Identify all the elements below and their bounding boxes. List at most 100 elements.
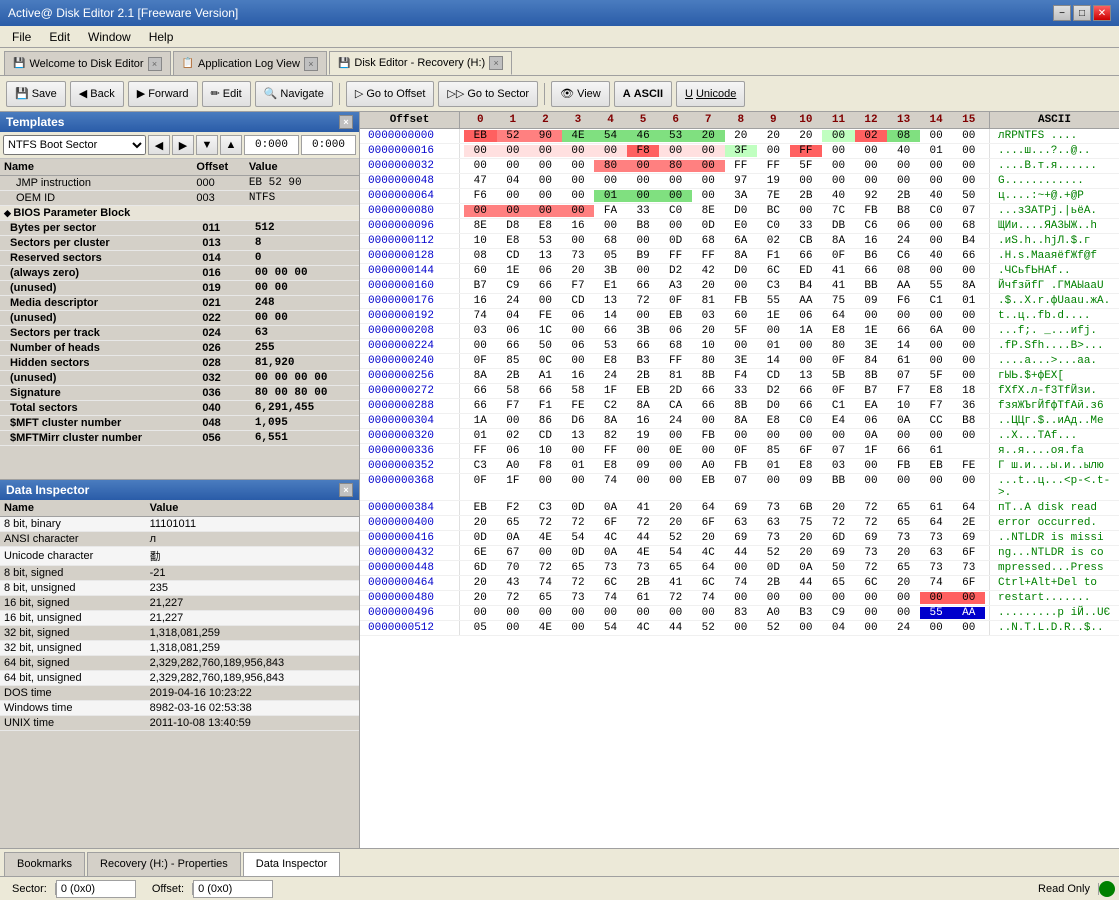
hex-byte[interactable]: 00 — [529, 475, 562, 499]
hex-byte[interactable]: 0F — [659, 295, 692, 307]
hex-byte[interactable]: 6C — [692, 577, 725, 589]
hex-byte[interactable]: C3 — [529, 502, 562, 514]
hex-byte[interactable]: 72 — [855, 562, 888, 574]
hex-byte[interactable]: 65 — [887, 502, 920, 514]
hex-byte[interactable]: 73 — [757, 532, 790, 544]
hex-byte[interactable]: 80 — [822, 340, 855, 352]
hex-byte[interactable]: 64 — [692, 562, 725, 574]
hex-byte[interactable]: 41 — [822, 280, 855, 292]
hex-row[interactable]: 0000000048470400000000000097190000000000… — [360, 174, 1119, 189]
hex-byte[interactable]: 80 — [594, 160, 627, 172]
hex-byte[interactable]: 63 — [757, 517, 790, 529]
hex-byte[interactable]: 00 — [952, 160, 985, 172]
hex-byte[interactable]: 0D — [562, 502, 595, 514]
hex-byte[interactable]: 80 — [692, 355, 725, 367]
hex-byte[interactable]: 72 — [855, 517, 888, 529]
hex-byte[interactable]: C3 — [464, 460, 497, 472]
hex-byte[interactable]: 69 — [952, 532, 985, 544]
hex-row[interactable]: 0000000336FF061000FF000E000F856F071F6661… — [360, 444, 1119, 459]
hex-byte[interactable]: 65 — [497, 517, 530, 529]
edit-button[interactable]: ✏ Edit — [202, 81, 251, 107]
view-button[interactable]: 👁 View — [551, 81, 610, 107]
hex-byte[interactable]: FB — [887, 460, 920, 472]
hex-byte[interactable]: 0F — [822, 250, 855, 262]
hex-byte[interactable]: 0C — [529, 355, 562, 367]
hex-byte[interactable]: 3A — [725, 190, 758, 202]
hex-byte[interactable]: CD — [529, 430, 562, 442]
hex-byte[interactable]: 1A — [790, 325, 823, 337]
tab-bookmarks[interactable]: Bookmarks — [4, 852, 85, 876]
hex-byte[interactable]: 52 — [659, 532, 692, 544]
hex-byte[interactable]: F7 — [497, 400, 530, 412]
hex-row[interactable]: 000000011210E8530068000D686A02CB8A162400… — [360, 234, 1119, 249]
hex-byte[interactable]: 20 — [822, 502, 855, 514]
hex-byte[interactable]: 00 — [920, 310, 953, 322]
tmpl-btn-left[interactable]: ◀ — [148, 135, 170, 155]
hex-byte[interactable]: 6B — [790, 502, 823, 514]
hex-byte[interactable]: 75 — [790, 517, 823, 529]
hex-row[interactable]: 0000000160B7C966F7E166A32000C3B441BBAA55… — [360, 279, 1119, 294]
hex-byte[interactable]: 00 — [529, 295, 562, 307]
hex-byte[interactable]: A0 — [757, 607, 790, 619]
hex-byte[interactable]: AA — [952, 607, 985, 619]
hex-byte[interactable]: 8A — [725, 250, 758, 262]
hex-byte[interactable]: 00 — [920, 340, 953, 352]
hex-byte[interactable]: 00 — [887, 310, 920, 322]
hex-byte[interactable]: 60 — [464, 265, 497, 277]
menu-file[interactable]: File — [4, 28, 39, 46]
hex-byte[interactable]: 08 — [464, 250, 497, 262]
hex-byte[interactable]: 00 — [529, 145, 562, 157]
hex-byte[interactable]: 00 — [692, 175, 725, 187]
hex-byte[interactable]: 52 — [757, 622, 790, 634]
hex-byte[interactable]: E1 — [594, 280, 627, 292]
insp-row-value[interactable]: 11101011 — [146, 517, 359, 532]
hex-byte[interactable]: 07 — [822, 445, 855, 457]
back-button[interactable]: ◀ Back — [70, 81, 124, 107]
hex-byte[interactable]: 01 — [952, 295, 985, 307]
hex-byte[interactable]: C9 — [497, 280, 530, 292]
hex-byte[interactable]: 83 — [725, 607, 758, 619]
hex-byte[interactable]: 00 — [529, 607, 562, 619]
hex-byte[interactable]: 61 — [887, 355, 920, 367]
hex-byte[interactable]: 1E — [497, 265, 530, 277]
hex-byte[interactable]: 00 — [725, 340, 758, 352]
hex-byte[interactable]: BB — [822, 475, 855, 499]
hex-byte[interactable]: 01 — [920, 145, 953, 157]
hex-row[interactable]: 00000003680F1F0000740000EB070009BB000000… — [360, 474, 1119, 501]
hex-byte[interactable]: FB — [725, 295, 758, 307]
hex-byte[interactable]: 03 — [692, 310, 725, 322]
close-button[interactable]: ✕ — [1093, 5, 1111, 21]
hex-byte[interactable]: A1 — [529, 370, 562, 382]
hex-byte[interactable]: 00 — [562, 190, 595, 202]
hex-byte[interactable]: 06 — [497, 325, 530, 337]
hex-byte[interactable]: FA — [594, 205, 627, 217]
hex-byte[interactable]: 16 — [855, 235, 888, 247]
hex-byte[interactable]: 24 — [659, 415, 692, 427]
hex-byte[interactable]: B7 — [855, 385, 888, 397]
sector-input[interactable] — [56, 880, 136, 898]
hex-byte[interactable]: 00 — [952, 310, 985, 322]
hex-byte[interactable]: CD — [757, 370, 790, 382]
hex-byte[interactable]: CA — [659, 400, 692, 412]
hex-byte[interactable]: 55 — [920, 280, 953, 292]
hex-byte[interactable]: AA — [887, 280, 920, 292]
hex-byte[interactable]: 00 — [562, 607, 595, 619]
hex-byte[interactable]: 01 — [757, 340, 790, 352]
hex-byte[interactable]: 66 — [887, 445, 920, 457]
hex-byte[interactable]: 00 — [627, 235, 660, 247]
hex-byte[interactable]: 00 — [757, 325, 790, 337]
hex-byte[interactable]: 69 — [725, 502, 758, 514]
hex-byte[interactable]: 73 — [562, 250, 595, 262]
hex-byte[interactable]: 13 — [529, 250, 562, 262]
hex-byte[interactable]: 75 — [822, 295, 855, 307]
hex-byte[interactable]: 00 — [790, 205, 823, 217]
hex-byte[interactable]: 00 — [659, 220, 692, 232]
hex-byte[interactable]: 61 — [920, 502, 953, 514]
hex-byte[interactable]: 4E — [562, 130, 595, 142]
hex-byte[interactable]: 4C — [692, 547, 725, 559]
hex-byte[interactable]: CC — [920, 415, 953, 427]
hex-byte[interactable]: 00 — [497, 607, 530, 619]
hex-byte[interactable]: D0 — [725, 205, 758, 217]
hex-byte[interactable]: 84 — [855, 355, 888, 367]
hex-row[interactable]: 00000004160D0A4E544C4452206973206D697373… — [360, 531, 1119, 546]
